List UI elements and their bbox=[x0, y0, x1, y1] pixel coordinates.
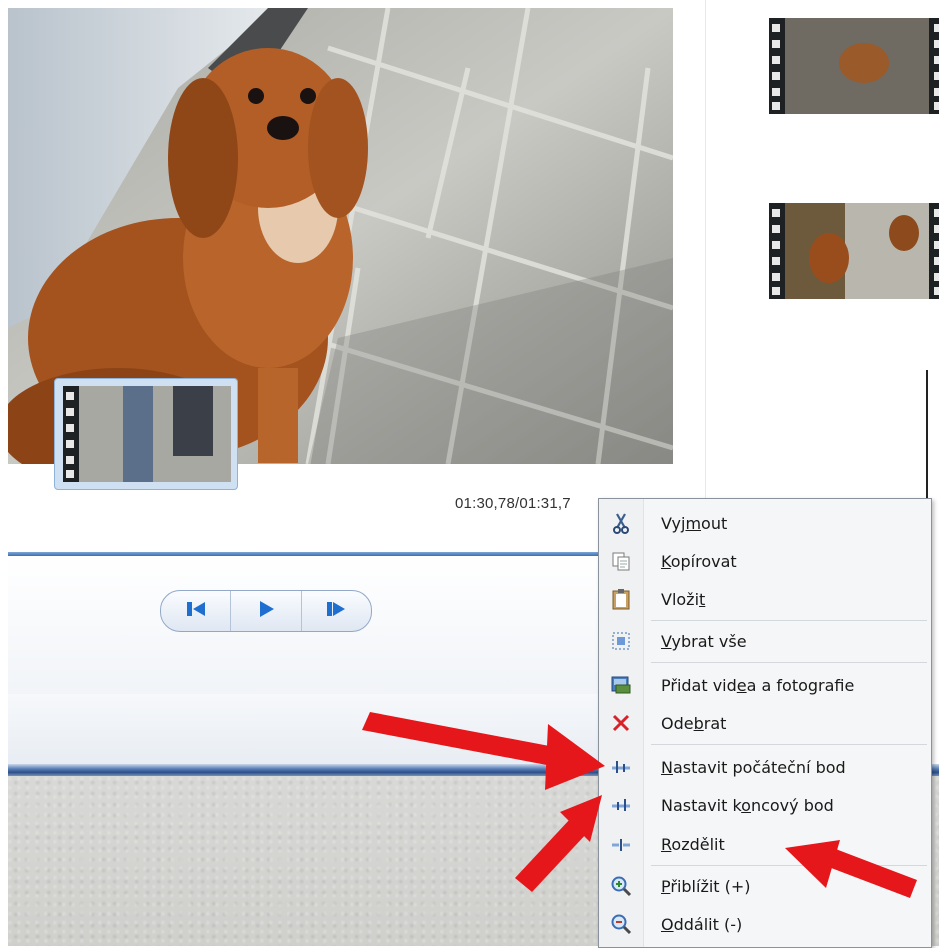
set-end-point-icon bbox=[599, 796, 643, 814]
storyboard-clip-2[interactable] bbox=[769, 203, 939, 299]
timeline-playhead[interactable] bbox=[926, 370, 928, 498]
menu-separator bbox=[651, 865, 927, 866]
play-button[interactable] bbox=[231, 591, 302, 631]
menu-separator bbox=[651, 744, 927, 745]
menu-item-add-videos-photos[interactable]: Přidat videa a fotografie bbox=[599, 667, 931, 703]
menu-item-paste[interactable]: Vložit bbox=[599, 581, 931, 617]
remove-icon bbox=[599, 713, 643, 733]
timecode-display: 01:30,78/01:31,7 bbox=[455, 495, 571, 512]
menu-item-set-start-point[interactable]: Nastavit počáteční bod bbox=[599, 749, 931, 785]
menu-separator bbox=[651, 620, 927, 621]
storyboard-clip-3[interactable] bbox=[54, 378, 238, 490]
split-icon bbox=[599, 835, 643, 853]
set-start-point-icon bbox=[599, 758, 643, 776]
status-strip bbox=[8, 694, 608, 764]
storyboard-clip-1[interactable] bbox=[769, 18, 939, 114]
context-menu: Vyjmout Kopírovat Vložit Vybrat vše Přid… bbox=[598, 498, 932, 948]
menu-item-remove[interactable]: Odebrat bbox=[599, 705, 931, 741]
menu-item-set-end-point[interactable]: Nastavit koncový bod bbox=[599, 787, 931, 823]
scissors-icon bbox=[599, 512, 643, 534]
menu-item-cut[interactable]: Vyjmout bbox=[599, 505, 931, 541]
menu-item-copy[interactable]: Kopírovat bbox=[599, 543, 931, 579]
film-strip-thumbnail bbox=[769, 203, 939, 299]
step-back-icon bbox=[183, 599, 209, 624]
step-forward-icon bbox=[323, 599, 349, 624]
select-all-icon bbox=[599, 631, 643, 651]
menu-separator bbox=[651, 662, 927, 663]
paste-icon bbox=[599, 588, 643, 610]
next-frame-button[interactable] bbox=[302, 591, 371, 631]
zoom-out-icon bbox=[599, 913, 643, 935]
transport-controls bbox=[160, 590, 372, 632]
film-strip-thumbnail bbox=[63, 386, 231, 482]
film-strip-thumbnail bbox=[769, 18, 939, 114]
play-icon bbox=[255, 599, 277, 624]
menu-item-split[interactable]: Rozdělit bbox=[599, 826, 931, 862]
add-media-icon bbox=[599, 675, 643, 695]
menu-item-zoom-out[interactable]: Oddálit (-) bbox=[599, 906, 931, 942]
previous-frame-button[interactable] bbox=[161, 591, 232, 631]
copy-icon bbox=[599, 551, 643, 571]
zoom-in-icon bbox=[599, 875, 643, 897]
menu-item-select-all[interactable]: Vybrat vše bbox=[599, 623, 931, 659]
menu-item-zoom-in[interactable]: Přiblížit (+) bbox=[599, 868, 931, 904]
